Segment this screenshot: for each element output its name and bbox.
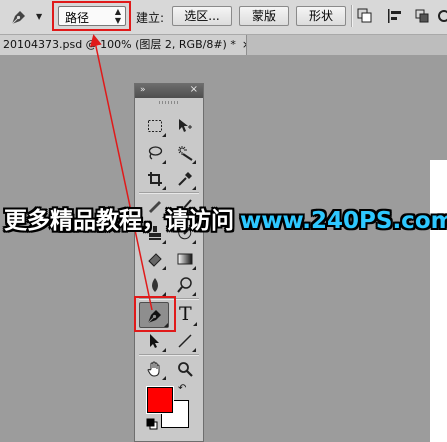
pen-tool-icon[interactable] (9, 7, 29, 27)
path-alignment-icon[interactable] (387, 8, 403, 24)
path-selection-icon[interactable] (144, 330, 166, 352)
rectangular-marquee-icon[interactable] (144, 115, 166, 137)
zoom-icon[interactable] (174, 358, 196, 380)
blur-icon[interactable] (144, 274, 166, 296)
pen-tool-highlight-box (134, 296, 176, 332)
type-glyph: T (179, 303, 192, 325)
close-tab-icon[interactable]: × (242, 38, 246, 51)
tool-preset-caret-icon[interactable]: ▼ (36, 12, 42, 21)
gear-icon[interactable] (436, 8, 447, 24)
options-bar: ▼ 路径 ▲ ▼ 建立: 选区... 蒙版 形状 (0, 0, 447, 35)
type-icon[interactable]: T (175, 303, 197, 326)
watermark-url: www.240PS.com (240, 208, 447, 234)
tools-divider (139, 192, 199, 194)
default-colors-icon[interactable] (146, 418, 158, 430)
build-label: 建立: (136, 11, 165, 25)
panel-grip[interactable] (159, 101, 179, 104)
eyedropper-icon[interactable] (174, 168, 196, 190)
document-tab-title: 20104373.psd @ 100% (图层 2, RGB/8#) * (3, 38, 236, 51)
foreground-color-swatch[interactable] (146, 386, 174, 414)
make-mask-button[interactable]: 蒙版 (239, 6, 289, 26)
toolbar-divider (351, 5, 353, 27)
close-panel-icon[interactable]: × (190, 84, 198, 95)
path-arrangement-icon[interactable] (414, 8, 430, 24)
mode-highlight-box (52, 1, 131, 31)
gradient-icon[interactable] (174, 248, 196, 270)
document-tab[interactable]: 20104373.psd @ 100% (图层 2, RGB/8#) * × (0, 35, 247, 55)
crop-icon[interactable] (144, 168, 166, 190)
tools-panel-header[interactable]: » × (135, 84, 203, 98)
tools-divider (139, 354, 199, 356)
make-selection-button[interactable]: 选区... (172, 6, 232, 26)
line-icon[interactable] (174, 330, 196, 352)
watermark: 更多精品教程，请访问 www.240PS.com (4, 204, 447, 238)
dodge-icon[interactable] (174, 274, 196, 296)
move-icon[interactable] (174, 115, 196, 137)
hand-icon[interactable] (144, 358, 166, 380)
document-tab-bar: 20104373.psd @ 100% (图层 2, RGB/8#) * × (0, 35, 447, 55)
document-canvas[interactable] (430, 160, 447, 442)
eraser-icon[interactable] (144, 248, 166, 270)
lasso-icon[interactable] (144, 142, 166, 164)
make-shape-button[interactable]: 形状 (296, 6, 346, 26)
magic-wand-icon[interactable] (174, 142, 196, 164)
path-operations-icon[interactable] (357, 8, 373, 24)
watermark-text: 更多精品教程，请访问 (4, 208, 234, 234)
swap-colors-icon[interactable]: ↶ (178, 383, 186, 394)
collapse-panel-icon[interactable]: » (140, 85, 146, 95)
